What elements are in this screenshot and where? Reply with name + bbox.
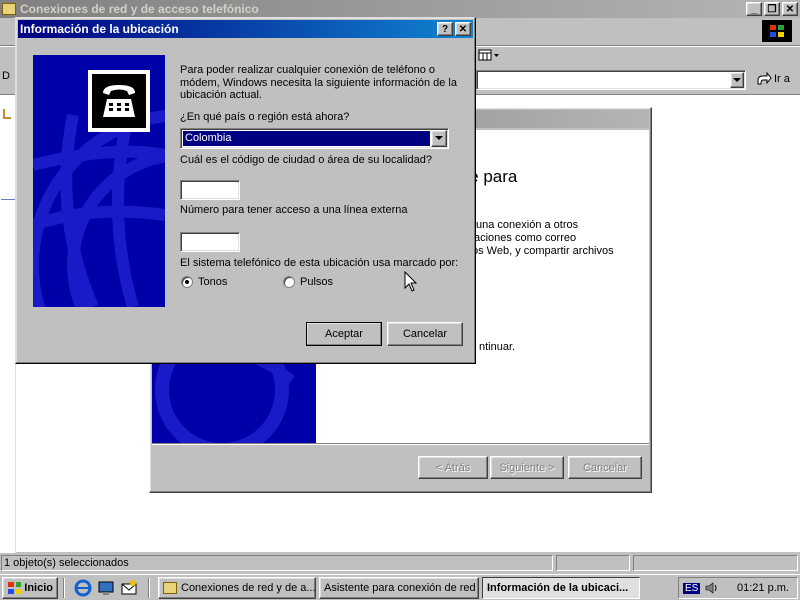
address-label-text: D <box>2 70 10 82</box>
dialog-title: Información de la ubicación <box>20 22 179 36</box>
go-button[interactable]: Ir a <box>756 72 790 86</box>
outlook-express-icon[interactable] <box>120 579 138 597</box>
task-network-wizard[interactable]: Asistente para conexión de red <box>319 577 479 599</box>
dialog-close-button[interactable]: ✕ <box>455 22 471 36</box>
windows-flag-icon <box>770 25 784 37</box>
country-select[interactable]: Colombia <box>180 128 449 149</box>
country-dropdown-button[interactable] <box>431 130 447 147</box>
minimize-button[interactable]: _ <box>746 2 762 16</box>
chevron-down-icon <box>435 136 443 140</box>
country-selected-value: Colombia <box>183 131 430 146</box>
pulse-radio-button[interactable] <box>283 276 295 288</box>
tone-radio-button[interactable] <box>181 276 193 288</box>
windows-logo <box>762 20 792 42</box>
status-panel-2 <box>556 555 630 571</box>
address-dropdown-button[interactable] <box>730 72 744 88</box>
area-code-input[interactable] <box>180 180 240 200</box>
start-label: Inicio <box>24 582 53 594</box>
folder-icon <box>163 582 177 594</box>
task-label: Información de la ubicaci... <box>487 582 629 594</box>
wizard-body-line: aciones como correo <box>474 232 577 244</box>
help-button[interactable]: ? <box>437 22 453 36</box>
tone-radio-label: Tonos <box>198 276 228 288</box>
volume-icon[interactable] <box>704 581 718 595</box>
country-question: ¿En qué país o región está ahora? <box>180 111 350 123</box>
views-icon <box>478 49 499 61</box>
next-button[interactable]: Siguiente > <box>490 456 564 479</box>
outside-line-input[interactable] <box>180 232 240 252</box>
tone-radio[interactable]: Tonos <box>181 276 227 288</box>
pulse-radio[interactable]: Pulsos <box>283 276 333 288</box>
views-button[interactable] <box>478 48 500 65</box>
clock[interactable]: 01:21 p.m. <box>737 582 789 594</box>
show-desktop-icon[interactable] <box>97 579 115 597</box>
status-panel-main: 1 objeto(s) seleccionados <box>1 555 553 571</box>
area-code-label: Cuál es el código de ciudad o área de su… <box>180 154 432 166</box>
web-view-strip <box>0 95 16 553</box>
back-button[interactable]: < Atrás <box>418 456 488 479</box>
wizard-separator <box>152 443 649 445</box>
task-network-connections[interactable]: Conexiones de red y de a... <box>158 577 316 599</box>
go-label: Ir a <box>774 73 790 85</box>
status-panel-3 <box>633 555 798 571</box>
dialog-globe-graphic <box>33 55 165 307</box>
taskbar: Inicio Conexiones de red y de a... Asist… <box>0 574 800 600</box>
main-title-bar[interactable]: Conexiones de red y de acceso telefónico… <box>0 0 800 18</box>
wizard-continue-text: ntinuar. <box>479 341 516 353</box>
wizard-body-line: os Web, y compartir archivos <box>472 245 614 257</box>
wizard-body-line: una conexión a otros <box>476 219 579 231</box>
wizard-cancel-button[interactable]: Cancelar <box>568 456 642 479</box>
telephone-icon <box>92 74 146 128</box>
status-bar: 1 objeto(s) seleccionados <box>0 553 800 572</box>
network-folder-icon <box>2 3 16 15</box>
mouse-cursor-icon <box>404 271 418 292</box>
telephone-badge <box>88 70 150 132</box>
divider-line <box>1 199 15 200</box>
windows-flag-icon <box>8 582 22 594</box>
start-button[interactable]: Inicio <box>2 577 58 599</box>
taskbar-separator <box>148 578 150 598</box>
wizard-body: una conexión a otros aciones como correo… <box>472 219 614 258</box>
close-button[interactable]: ✕ <box>782 2 798 16</box>
taskbar-separator <box>63 578 65 598</box>
task-label: Conexiones de red y de a... <box>181 582 316 594</box>
main-window-title: Conexiones de red y de acceso telefónico <box>20 2 259 16</box>
ok-button[interactable]: Aceptar <box>306 322 382 346</box>
dialog-title-bar[interactable]: Información de la ubicación ? ✕ <box>18 20 473 38</box>
internet-explorer-icon[interactable] <box>74 579 92 597</box>
outside-line-label: Número para tener acceso a una línea ext… <box>180 204 408 216</box>
chevron-down-icon <box>733 77 741 82</box>
phone-glyph-icon <box>103 85 135 117</box>
restore-button[interactable]: ❐ <box>764 2 780 16</box>
dialog-intro: Para poder realizar cualquier conexión d… <box>180 64 457 101</box>
dialing-type-label: El sistema telefónico de esta ubicación … <box>180 257 459 269</box>
status-text: 1 objeto(s) seleccionados <box>4 557 129 569</box>
pulse-radio-label: Pulsos <box>300 276 334 288</box>
language-indicator[interactable]: ES <box>683 582 701 594</box>
address-label: D <box>2 70 10 88</box>
location-info-dialog: Información de la ubicación ? ✕ Para pod… <box>15 17 476 364</box>
go-arrow-icon <box>757 72 772 85</box>
task-location-info[interactable]: Información de la ubicaci... <box>482 577 640 599</box>
task-label: Asistente para conexión de red <box>324 582 476 594</box>
folder-fragment-icon <box>3 109 11 119</box>
system-tray: ES 01:21 p.m. <box>678 577 798 599</box>
address-field[interactable] <box>476 70 746 90</box>
dialog-cancel-button[interactable]: Cancelar <box>387 322 463 346</box>
